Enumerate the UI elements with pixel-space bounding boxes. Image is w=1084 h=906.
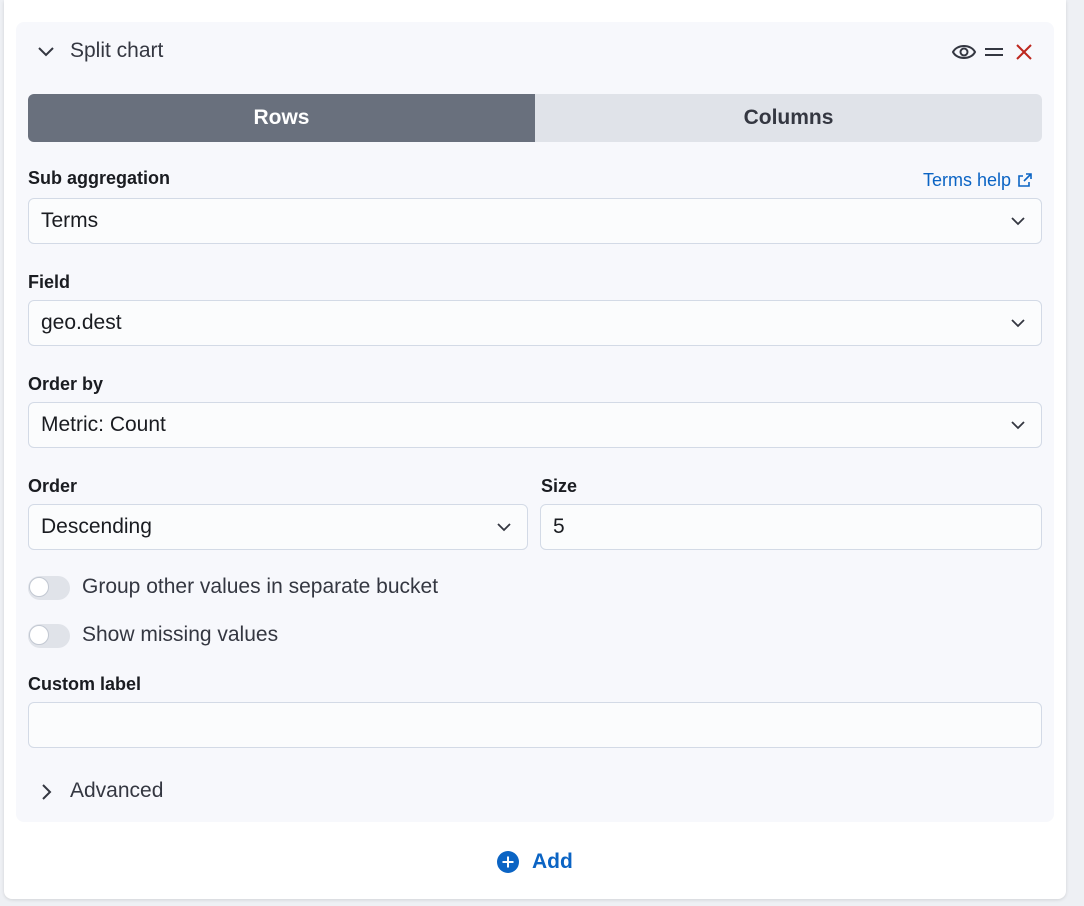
field-label: Field <box>28 272 71 292</box>
order-value: Descending <box>41 515 152 538</box>
show-missing-label[interactable]: Show missing values <box>82 622 278 648</box>
switch-knob <box>29 625 49 645</box>
split-chart-title[interactable]: Split chart <box>70 38 163 64</box>
switch-knob <box>29 577 49 597</box>
order-label: Order <box>28 476 78 496</box>
terms-help-text: Terms help <box>923 170 1012 190</box>
sub-aggregation-label: Sub aggregation <box>28 168 171 188</box>
rows-columns-toggle: Rows Columns <box>28 94 1042 142</box>
advanced-toggle[interactable]: Advanced <box>70 778 163 804</box>
group-other-label[interactable]: Group other values in separate bucket <box>82 574 438 600</box>
plus-circle-icon <box>497 851 519 873</box>
eye-icon[interactable] <box>951 41 977 63</box>
order-by-label: Order by <box>28 374 104 394</box>
chevron-down-icon <box>1011 319 1025 328</box>
order-by-value: Metric: Count <box>41 413 166 436</box>
chevron-down-icon <box>1011 421 1025 430</box>
rows-button[interactable]: Rows <box>28 94 535 142</box>
size-value: 5 <box>553 515 565 538</box>
sub-aggregation-value: Terms <box>41 209 99 232</box>
group-other-switch[interactable] <box>28 576 70 600</box>
show-missing-switch[interactable] <box>28 624 70 648</box>
close-icon[interactable] <box>1014 42 1034 62</box>
field-select[interactable]: geo.dest <box>28 300 1042 346</box>
custom-label-input[interactable] <box>28 702 1042 748</box>
terms-help-link[interactable]: Terms help <box>923 169 1033 191</box>
chevron-down-icon[interactable] <box>36 42 56 62</box>
chevron-down-icon <box>1011 217 1025 226</box>
size-input[interactable]: 5 <box>540 504 1042 550</box>
add-button[interactable]: Add <box>496 850 573 874</box>
columns-button[interactable]: Columns <box>535 94 1042 142</box>
custom-label-label: Custom label <box>28 674 142 694</box>
drag-handle-icon[interactable] <box>984 44 1004 60</box>
chevron-down-icon <box>497 523 511 532</box>
chevron-right-icon[interactable] <box>36 782 56 802</box>
external-link-icon <box>1018 173 1032 187</box>
order-select[interactable]: Descending <box>28 504 528 550</box>
add-label: Add <box>532 850 573 873</box>
sub-aggregation-select[interactable]: Terms <box>28 198 1042 244</box>
size-label: Size <box>541 476 578 496</box>
order-by-select[interactable]: Metric: Count <box>28 402 1042 448</box>
field-value: geo.dest <box>41 311 122 334</box>
